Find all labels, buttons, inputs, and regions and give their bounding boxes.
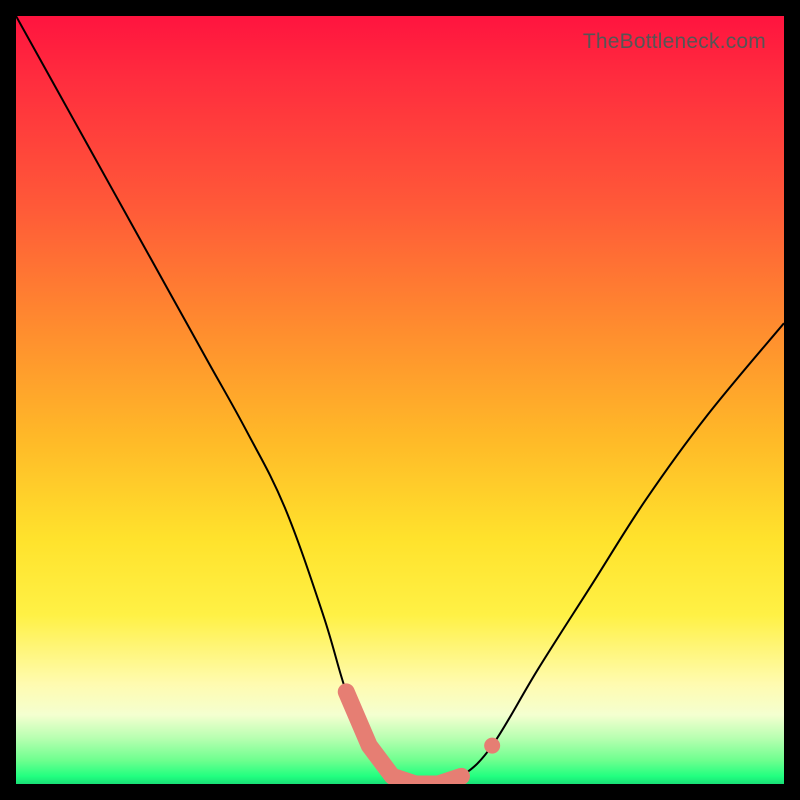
optimal-range-dot <box>484 738 500 754</box>
curve-svg <box>16 16 784 784</box>
chart-frame: TheBottleneck.com <box>0 0 800 800</box>
optimal-range-markers <box>346 692 461 784</box>
bottleneck-curve-line <box>16 16 784 784</box>
plot-area: TheBottleneck.com <box>16 16 784 784</box>
